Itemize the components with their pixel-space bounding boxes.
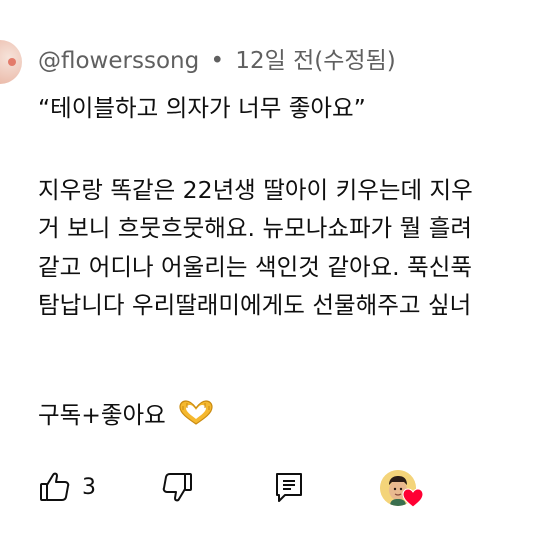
comment-text-line-8: 구독+좋아요 (38, 397, 215, 436)
comment-author[interactable]: @flowerssong (38, 48, 199, 74)
comment-text-closing: 구독+좋아요 (38, 401, 166, 429)
comment-author-avatar[interactable] (0, 40, 22, 84)
thumbs-down-icon[interactable] (160, 470, 194, 504)
comment-time[interactable]: 12일 전(수정됨) (235, 48, 395, 74)
like-count: 3 (82, 475, 96, 500)
thumbs-up-icon[interactable] (38, 470, 72, 504)
reply-comment-icon[interactable] (272, 470, 306, 504)
comment-text-line-4: 거 보니 흐뭇흐뭇해요. 뉴모나쇼파가 뭘 흘려 (38, 214, 472, 242)
comment-actions: 3 (38, 470, 438, 510)
comment-text-line-5: 같고 어디나 어울리는 색인것 같아요. 푹신푹 (38, 253, 472, 281)
comment-text-line-1: “테이블하고 의자가 너무 좋아요” (38, 94, 366, 122)
meta-separator: • (210, 48, 225, 74)
comment-text-line-6: 탐납니다 우리딸래미에게도 선물해주고 싶너 (38, 291, 472, 319)
comment-text-line-3: 지우랑 똑같은 22년생 딸아이 키우는데 지우 (38, 176, 473, 204)
creator-heart-icon (402, 488, 424, 508)
heart-hands-emoji-icon (177, 400, 215, 436)
comment-meta: @flowerssong • 12일 전(수정됨) (38, 44, 396, 78)
